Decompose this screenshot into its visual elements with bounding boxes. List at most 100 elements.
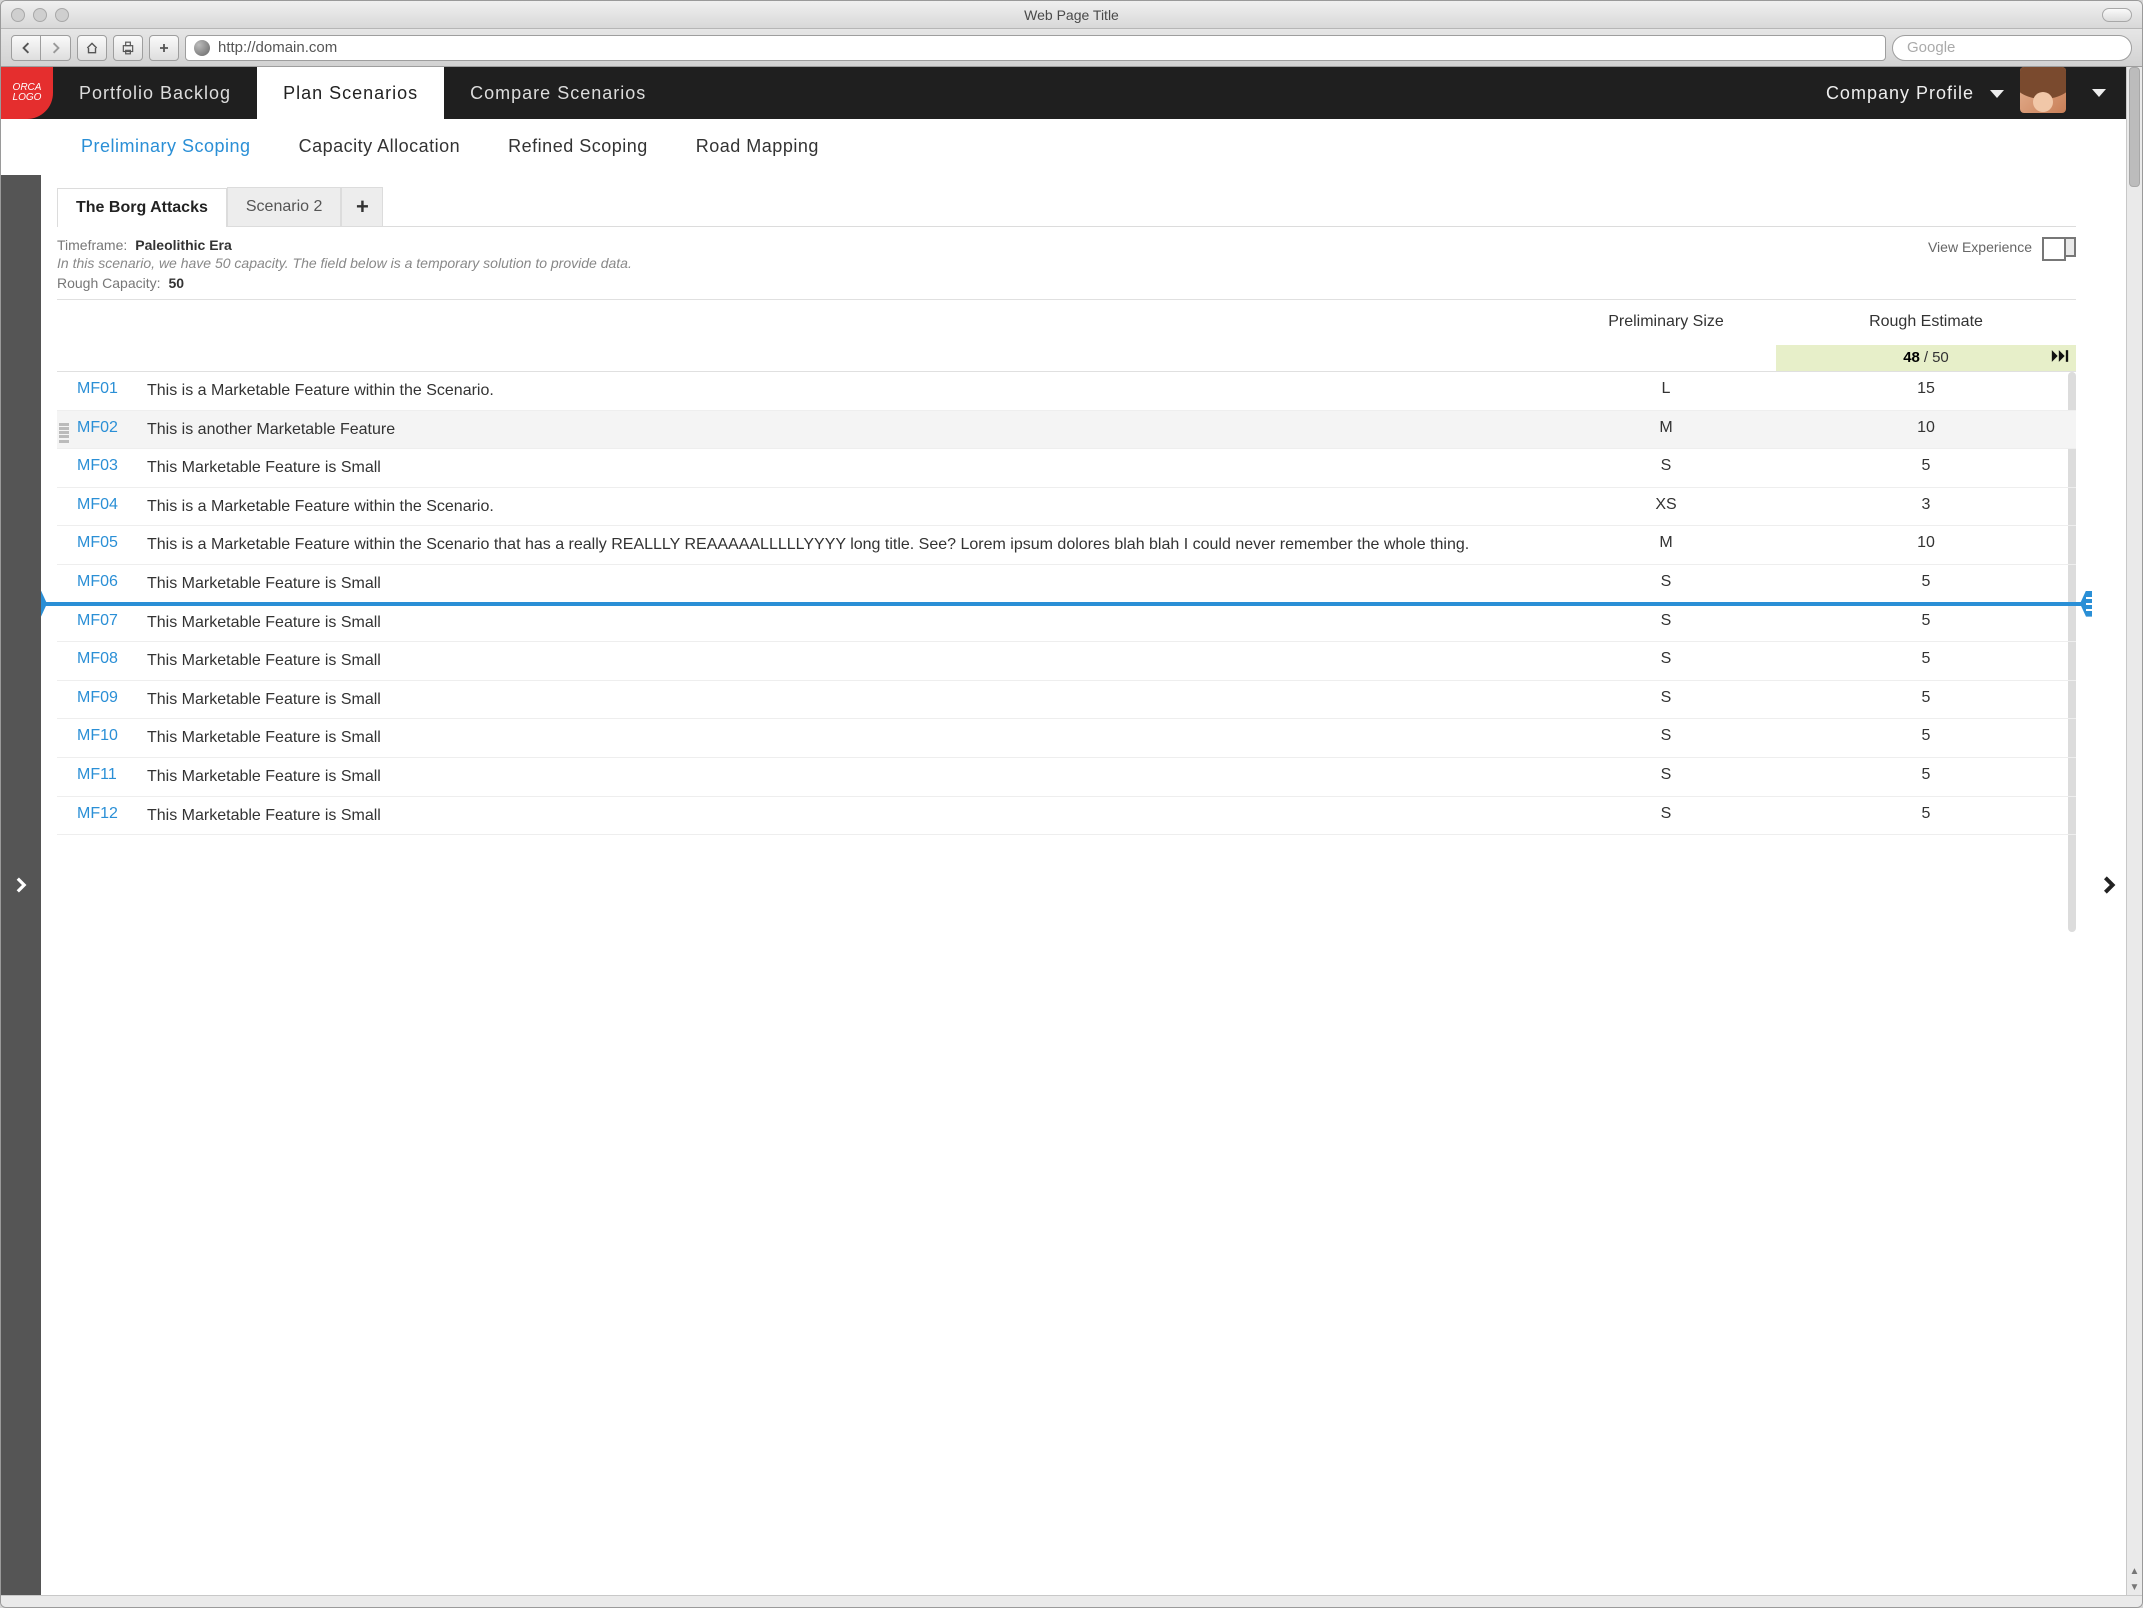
url-bar[interactable]: http://domain.com (185, 35, 1886, 61)
sub-nav-tab[interactable]: Capacity Allocation (299, 136, 461, 157)
main-stage: The Borg AttacksScenario 2+ Timeframe: P… (41, 175, 2092, 1595)
feature-id-link[interactable]: MF07 (57, 612, 147, 630)
feature-estimate: 15 (1776, 380, 2076, 398)
right-panel-expand[interactable] (2092, 175, 2126, 1595)
view-experience-label: View Experience (1928, 239, 2032, 255)
drag-handle-icon[interactable] (2080, 591, 2092, 617)
table-row[interactable]: MF11This Marketable Feature is SmallS5 (57, 758, 2076, 797)
feature-estimate: 5 (1776, 650, 2076, 668)
toggle-icon (2042, 237, 2076, 257)
table-header: Preliminary Size Rough Estimate (57, 300, 2076, 344)
feature-id-link[interactable]: MF04 (57, 496, 147, 514)
table-row[interactable]: MF05This is a Marketable Feature within … (57, 526, 2076, 565)
fast-forward-icon[interactable] (2050, 349, 2070, 367)
feature-size: S (1556, 612, 1776, 630)
feature-estimate: 5 (1776, 727, 2076, 745)
feature-id-link[interactable]: MF03 (57, 457, 147, 475)
feature-title: This Marketable Feature is Small (147, 573, 1556, 595)
drag-handle-icon[interactable] (41, 591, 47, 617)
feature-size: S (1556, 766, 1776, 784)
feature-size: S (1556, 573, 1776, 591)
user-avatar[interactable] (2020, 67, 2066, 113)
app-root: ORCA LOGO Portfolio BacklogPlan Scenario… (1, 67, 2126, 1595)
table-row[interactable]: MF07This Marketable Feature is SmallS5 (57, 604, 2076, 643)
window-controls (11, 8, 69, 22)
feature-id-link[interactable]: MF06 (57, 573, 147, 591)
feature-title: This is a Marketable Feature within the … (147, 380, 1556, 402)
feature-size: S (1556, 457, 1776, 475)
top-nav-tab[interactable]: Portfolio Backlog (53, 67, 257, 119)
scenario-description: In this scenario, we have 50 capacity. T… (57, 255, 632, 271)
feature-id-link[interactable]: MF05 (57, 534, 147, 552)
top-nav-tab[interactable]: Plan Scenarios (257, 67, 444, 119)
feature-id-link[interactable]: MF02 (57, 419, 147, 437)
estimate-total: 50 (1932, 349, 1949, 366)
close-window-button[interactable] (11, 8, 25, 22)
scroll-down-icon[interactable]: ▼ (2127, 1579, 2142, 1595)
sub-nav: Preliminary Scoping Capacity Allocation Re… (1, 119, 2126, 175)
feature-title: This Marketable Feature is Small (147, 457, 1556, 479)
feature-title: This Marketable Feature is Small (147, 805, 1556, 827)
add-bookmark-button[interactable] (149, 35, 179, 61)
top-nav-tab[interactable]: Compare Scenarios (444, 67, 672, 119)
app-logo[interactable]: ORCA LOGO (1, 67, 53, 119)
feature-estimate: 5 (1776, 573, 2076, 591)
table-row[interactable]: MF12This Marketable Feature is SmallS5 (57, 797, 2076, 836)
scenario-meta: Timeframe: Paleolithic Era In this scena… (57, 227, 2076, 299)
table-row[interactable]: MF04This is a Marketable Feature within … (57, 488, 2076, 527)
viewport-scrollbar[interactable]: ▲ ▼ (2126, 67, 2142, 1595)
feature-id-link[interactable]: MF09 (57, 689, 147, 707)
scenario-tab[interactable]: Scenario 2 (227, 187, 342, 226)
table-row[interactable]: MF06This Marketable Feature is SmallS5 (57, 565, 2076, 604)
back-button[interactable] (11, 35, 41, 61)
sub-nav-tab[interactable]: Preliminary Scoping (81, 136, 251, 157)
chevron-down-icon (1984, 83, 2004, 104)
table-row[interactable]: MF08This Marketable Feature is SmallS5 (57, 642, 2076, 681)
scenario-tab[interactable]: The Borg Attacks (57, 188, 227, 227)
feature-title: This Marketable Feature is Small (147, 650, 1556, 672)
table-row[interactable]: MF01This is a Marketable Feature within … (57, 372, 2076, 411)
forward-button[interactable] (41, 35, 71, 61)
column-rough-estimate[interactable]: Rough Estimate (1776, 313, 2076, 331)
minimize-window-button[interactable] (33, 8, 47, 22)
company-profile-menu[interactable]: Company Profile (1810, 67, 2020, 119)
browser-toolbar: http://domain.com Google (1, 29, 2142, 67)
estimate-summary-row: 48 / 50 (57, 344, 2076, 372)
company-profile-label: Company Profile (1826, 83, 1974, 104)
drag-handle-icon[interactable] (59, 419, 69, 447)
chevron-right-icon (2100, 876, 2118, 894)
home-button[interactable] (77, 35, 107, 61)
url-text: http://domain.com (218, 39, 337, 56)
feature-estimate: 10 (1776, 419, 2076, 437)
sub-nav-tab[interactable]: Refined Scoping (508, 136, 648, 157)
feature-id-link[interactable]: MF10 (57, 727, 147, 745)
feature-id-link[interactable]: MF12 (57, 805, 147, 823)
app-logo-text: ORCA LOGO (1, 83, 53, 103)
feature-id-link[interactable]: MF11 (57, 766, 147, 784)
view-experience-toggle[interactable]: View Experience (1928, 237, 2076, 257)
sub-nav-tab[interactable]: Road Mapping (696, 136, 819, 157)
user-menu-button[interactable] (2066, 67, 2126, 119)
table-row[interactable]: MF10This Marketable Feature is SmallS5 (57, 719, 2076, 758)
table-row[interactable]: MF02This is another Marketable FeatureM1… (57, 411, 2076, 450)
left-panel-expand[interactable] (1, 175, 41, 1595)
feature-title: This Marketable Feature is Small (147, 612, 1556, 634)
add-scenario-button[interactable]: + (341, 187, 383, 226)
zoom-window-button[interactable] (55, 8, 69, 22)
feature-estimate: 5 (1776, 805, 2076, 823)
column-preliminary-size[interactable]: Preliminary Size (1556, 313, 1776, 331)
feature-estimate: 5 (1776, 766, 2076, 784)
feature-id-link[interactable]: MF08 (57, 650, 147, 668)
browser-search[interactable]: Google (1892, 35, 2132, 61)
print-button[interactable] (113, 35, 143, 61)
feature-title: This Marketable Feature is Small (147, 689, 1556, 711)
feature-id-link[interactable]: MF01 (57, 380, 147, 398)
table-row[interactable]: MF03This Marketable Feature is SmallS5 (57, 449, 2076, 488)
chevron-down-icon (2086, 84, 2106, 102)
table-row[interactable]: MF09This Marketable Feature is SmallS5 (57, 681, 2076, 720)
toolbar-toggle-button[interactable] (2102, 8, 2132, 22)
top-nav: ORCA LOGO Portfolio BacklogPlan Scenario… (1, 67, 2126, 119)
scroll-up-icon[interactable]: ▲ (2127, 1563, 2142, 1579)
timeframe-value: Paleolithic Era (135, 237, 231, 253)
stage-wrap: The Borg AttacksScenario 2+ Timeframe: P… (1, 175, 2126, 1595)
